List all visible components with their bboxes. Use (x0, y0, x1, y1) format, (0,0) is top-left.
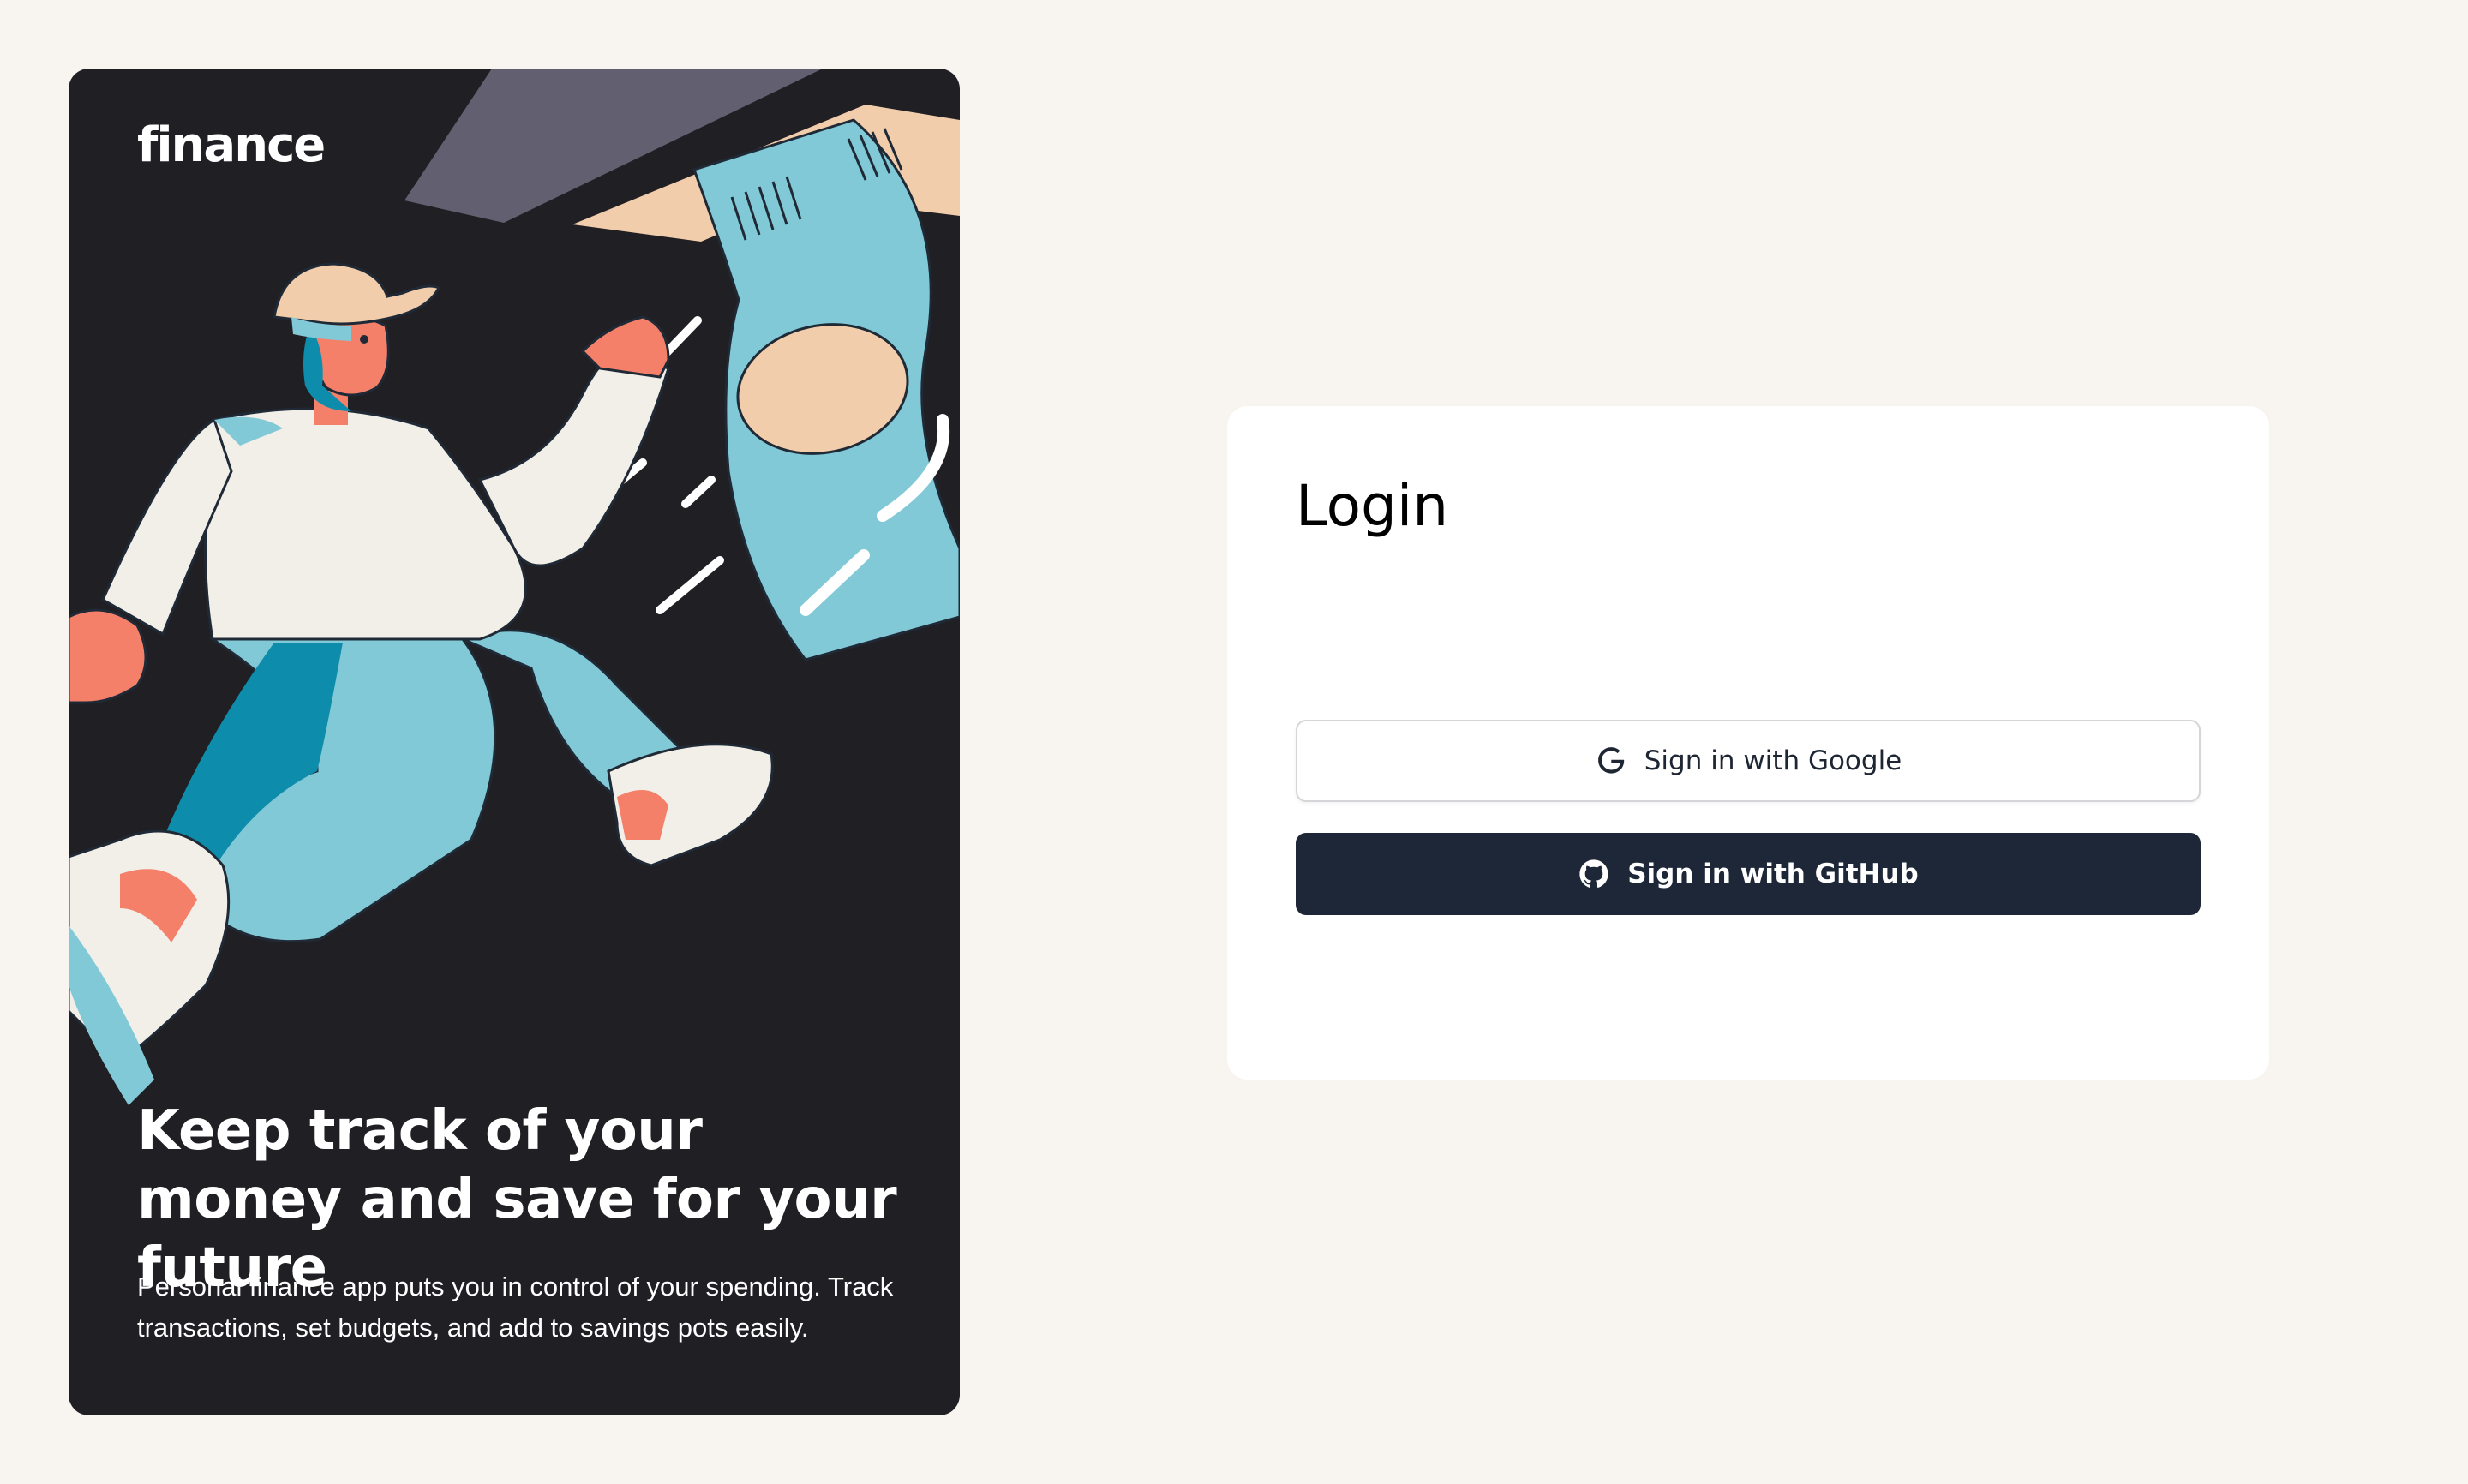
google-button-label: Sign in with Google (1644, 745, 1902, 776)
hero-panel: finance Keep track of your money and sav… (69, 69, 960, 1415)
app-logo: finance (137, 117, 326, 173)
github-icon (1578, 858, 1610, 890)
login-title: Login (1296, 473, 1449, 539)
sign-in-github-button[interactable]: Sign in with GitHub (1296, 833, 2201, 915)
github-button-label: Sign in with GitHub (1627, 859, 1919, 889)
login-card: Login Sign in with Google Sign in with G… (1227, 406, 2269, 1080)
hero-description: Personal finance app puts you in control… (137, 1272, 894, 1343)
sign-in-google-button[interactable]: Sign in with Google (1296, 720, 2201, 802)
illustration-person (69, 262, 774, 1105)
google-icon (1595, 745, 1627, 777)
